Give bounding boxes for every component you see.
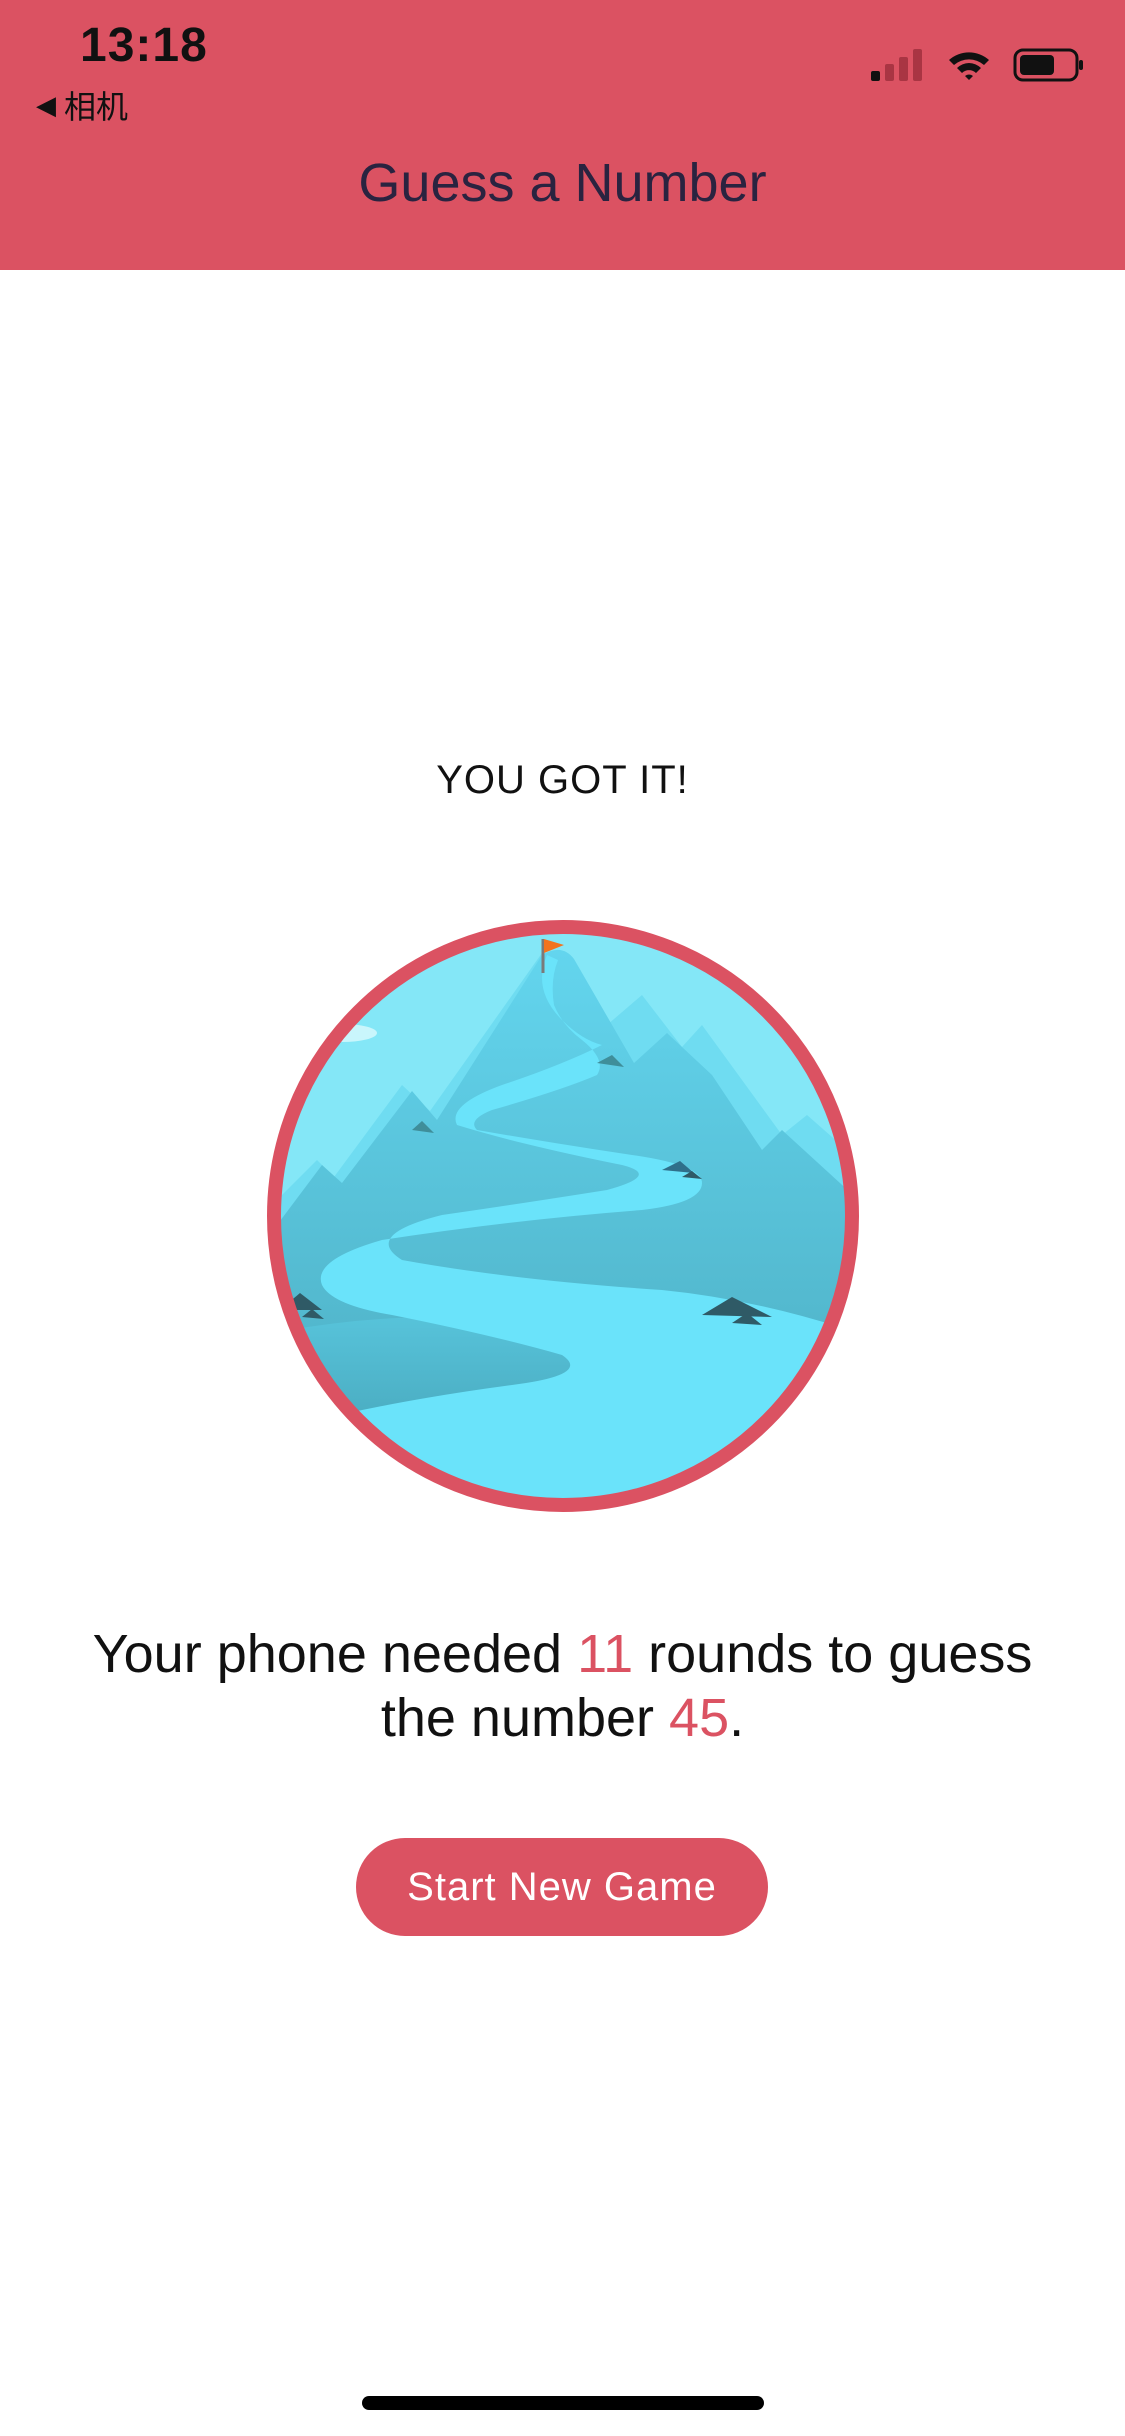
- cellular-signal-icon: [871, 49, 922, 81]
- success-image: [262, 915, 864, 1517]
- result-prefix: Your phone needed: [92, 1624, 578, 1684]
- status-icons: [871, 48, 1085, 82]
- mountain-summit-flag-icon: [267, 920, 859, 1512]
- result-message: Your phone needed 11 rounds to guess the…: [60, 1622, 1065, 1750]
- back-to-app-link[interactable]: ◀ 相机: [36, 82, 128, 128]
- game-over-heading: YOU GOT IT!: [436, 758, 689, 802]
- start-new-game-button[interactable]: Start New Game: [356, 1838, 768, 1936]
- rounds-count: 11: [577, 1624, 634, 1684]
- battery-icon: [1013, 48, 1083, 82]
- guessed-number: 45: [669, 1688, 730, 1748]
- status-time: 13:18: [80, 19, 208, 72]
- page-title: Guess a Number: [358, 153, 767, 213]
- wifi-icon: [949, 52, 989, 80]
- back-arrow-icon: ◀: [36, 90, 56, 120]
- back-app-label: 相机: [64, 89, 129, 125]
- game-over-screen: 13:18 ◀ 相机 Guess a Number YOU GOT IT! Yo…: [0, 0, 1125, 2436]
- home-indicator[interactable]: [362, 2396, 764, 2410]
- result-suffix: .: [729, 1688, 745, 1748]
- app-header: 13:18 ◀ 相机 Guess a Number: [0, 0, 1125, 270]
